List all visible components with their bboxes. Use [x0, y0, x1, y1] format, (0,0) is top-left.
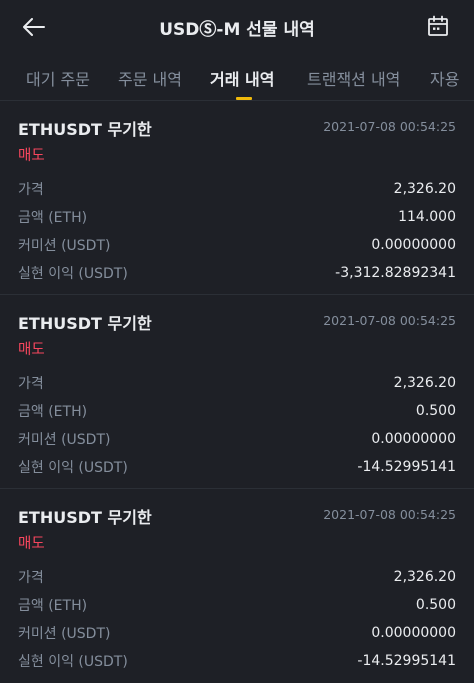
price-row: 가격 2,326.20 [18, 566, 456, 588]
trade-time: 2021-07-08 00:54:25 [323, 313, 456, 328]
calendar-button[interactable] [424, 12, 452, 40]
amount-label: 금액 (ETH) [18, 210, 88, 226]
trade-side: 매도 [18, 148, 45, 164]
realized-pnl-label: 실현 이익 (USDT) [18, 266, 128, 282]
trade-symbol: ETHUSDT 무기한 [18, 508, 152, 527]
price-value: 2,326.20 [393, 375, 456, 391]
trade-time: 2021-07-08 00:54:25 [323, 119, 456, 134]
commission-value: 0.00000000 [371, 237, 456, 253]
trade-symbol: ETHUSDT 무기한 [18, 120, 152, 139]
commission-value: 0.00000000 [371, 625, 456, 641]
commission-label: 커미션 (USDT) [18, 432, 111, 448]
realized-pnl-row: 실현 이익 (USDT) -14.52995141 [18, 456, 456, 478]
active-tab-indicator [236, 97, 252, 100]
tab-transaction-history[interactable]: 트랜잭션 내역 [307, 66, 400, 90]
amount-value: 114.000 [398, 209, 456, 225]
trade-card[interactable]: ETHUSDT 무기한 2021-07-08 00:54:25 매도 가격 2,… [0, 489, 474, 683]
realized-pnl-row: 실현 이익 (USDT) -3,312.82892341 [18, 262, 456, 284]
amount-row: 금액 (ETH) 114.000 [18, 206, 456, 228]
realized-pnl-value: -14.52995141 [357, 459, 456, 475]
trade-side: 매도 [18, 536, 45, 552]
amount-value: 0.500 [415, 597, 456, 613]
amount-label: 금액 (ETH) [18, 598, 88, 614]
amount-row: 금액 (ETH) 0.500 [18, 594, 456, 616]
trade-side: 매도 [18, 342, 45, 358]
realized-pnl-row: 실현 이익 (USDT) -14.52995141 [18, 650, 456, 672]
page-title: USDⓈ-M 선물 내역 [159, 19, 315, 40]
tab-pending-orders[interactable]: 대기 주문 [26, 66, 90, 90]
back-button[interactable] [20, 13, 48, 41]
price-row: 가격 2,326.20 [18, 178, 456, 200]
tab-order-history[interactable]: 주문 내역 [118, 66, 182, 90]
commission-label: 커미션 (USDT) [18, 238, 111, 254]
trade-card[interactable]: ETHUSDT 무기한 2021-07-08 00:54:25 매도 가격 2,… [0, 101, 474, 295]
commission-row: 커미션 (USDT) 0.00000000 [18, 622, 456, 644]
commission-value: 0.00000000 [371, 431, 456, 447]
realized-pnl-value: -3,312.82892341 [335, 265, 456, 281]
price-label: 가격 [18, 570, 44, 586]
realized-pnl-value: -14.52995141 [357, 653, 456, 669]
amount-row: 금액 (ETH) 0.500 [18, 400, 456, 422]
amount-value: 0.500 [415, 403, 456, 419]
calendar-icon [428, 15, 448, 36]
amount-label: 금액 (ETH) [18, 404, 88, 420]
price-row: 가격 2,326.20 [18, 372, 456, 394]
commission-row: 커미션 (USDT) 0.00000000 [18, 234, 456, 256]
trade-time: 2021-07-08 00:54:25 [323, 507, 456, 522]
commission-row: 커미션 (USDT) 0.00000000 [18, 428, 456, 450]
tab-funding[interactable]: 자용 [430, 66, 459, 90]
price-label: 가격 [18, 376, 44, 392]
price-value: 2,326.20 [393, 569, 456, 585]
header-bar: USDⓈ-M 선물 내역 [0, 0, 474, 54]
trade-symbol: ETHUSDT 무기한 [18, 314, 152, 333]
trade-card[interactable]: ETHUSDT 무기한 2021-07-08 00:54:25 매도 가격 2,… [0, 295, 474, 489]
realized-pnl-label: 실현 이익 (USDT) [18, 654, 128, 670]
arrow-left-icon [23, 18, 45, 36]
realized-pnl-label: 실현 이익 (USDT) [18, 460, 128, 476]
commission-label: 커미션 (USDT) [18, 626, 111, 642]
tab-bar: 대기 주문 주문 내역 거래 내역 트랜잭션 내역 자용 [0, 54, 474, 101]
price-label: 가격 [18, 182, 44, 198]
price-value: 2,326.20 [393, 181, 456, 197]
tab-trade-history[interactable]: 거래 내역 [210, 66, 274, 90]
